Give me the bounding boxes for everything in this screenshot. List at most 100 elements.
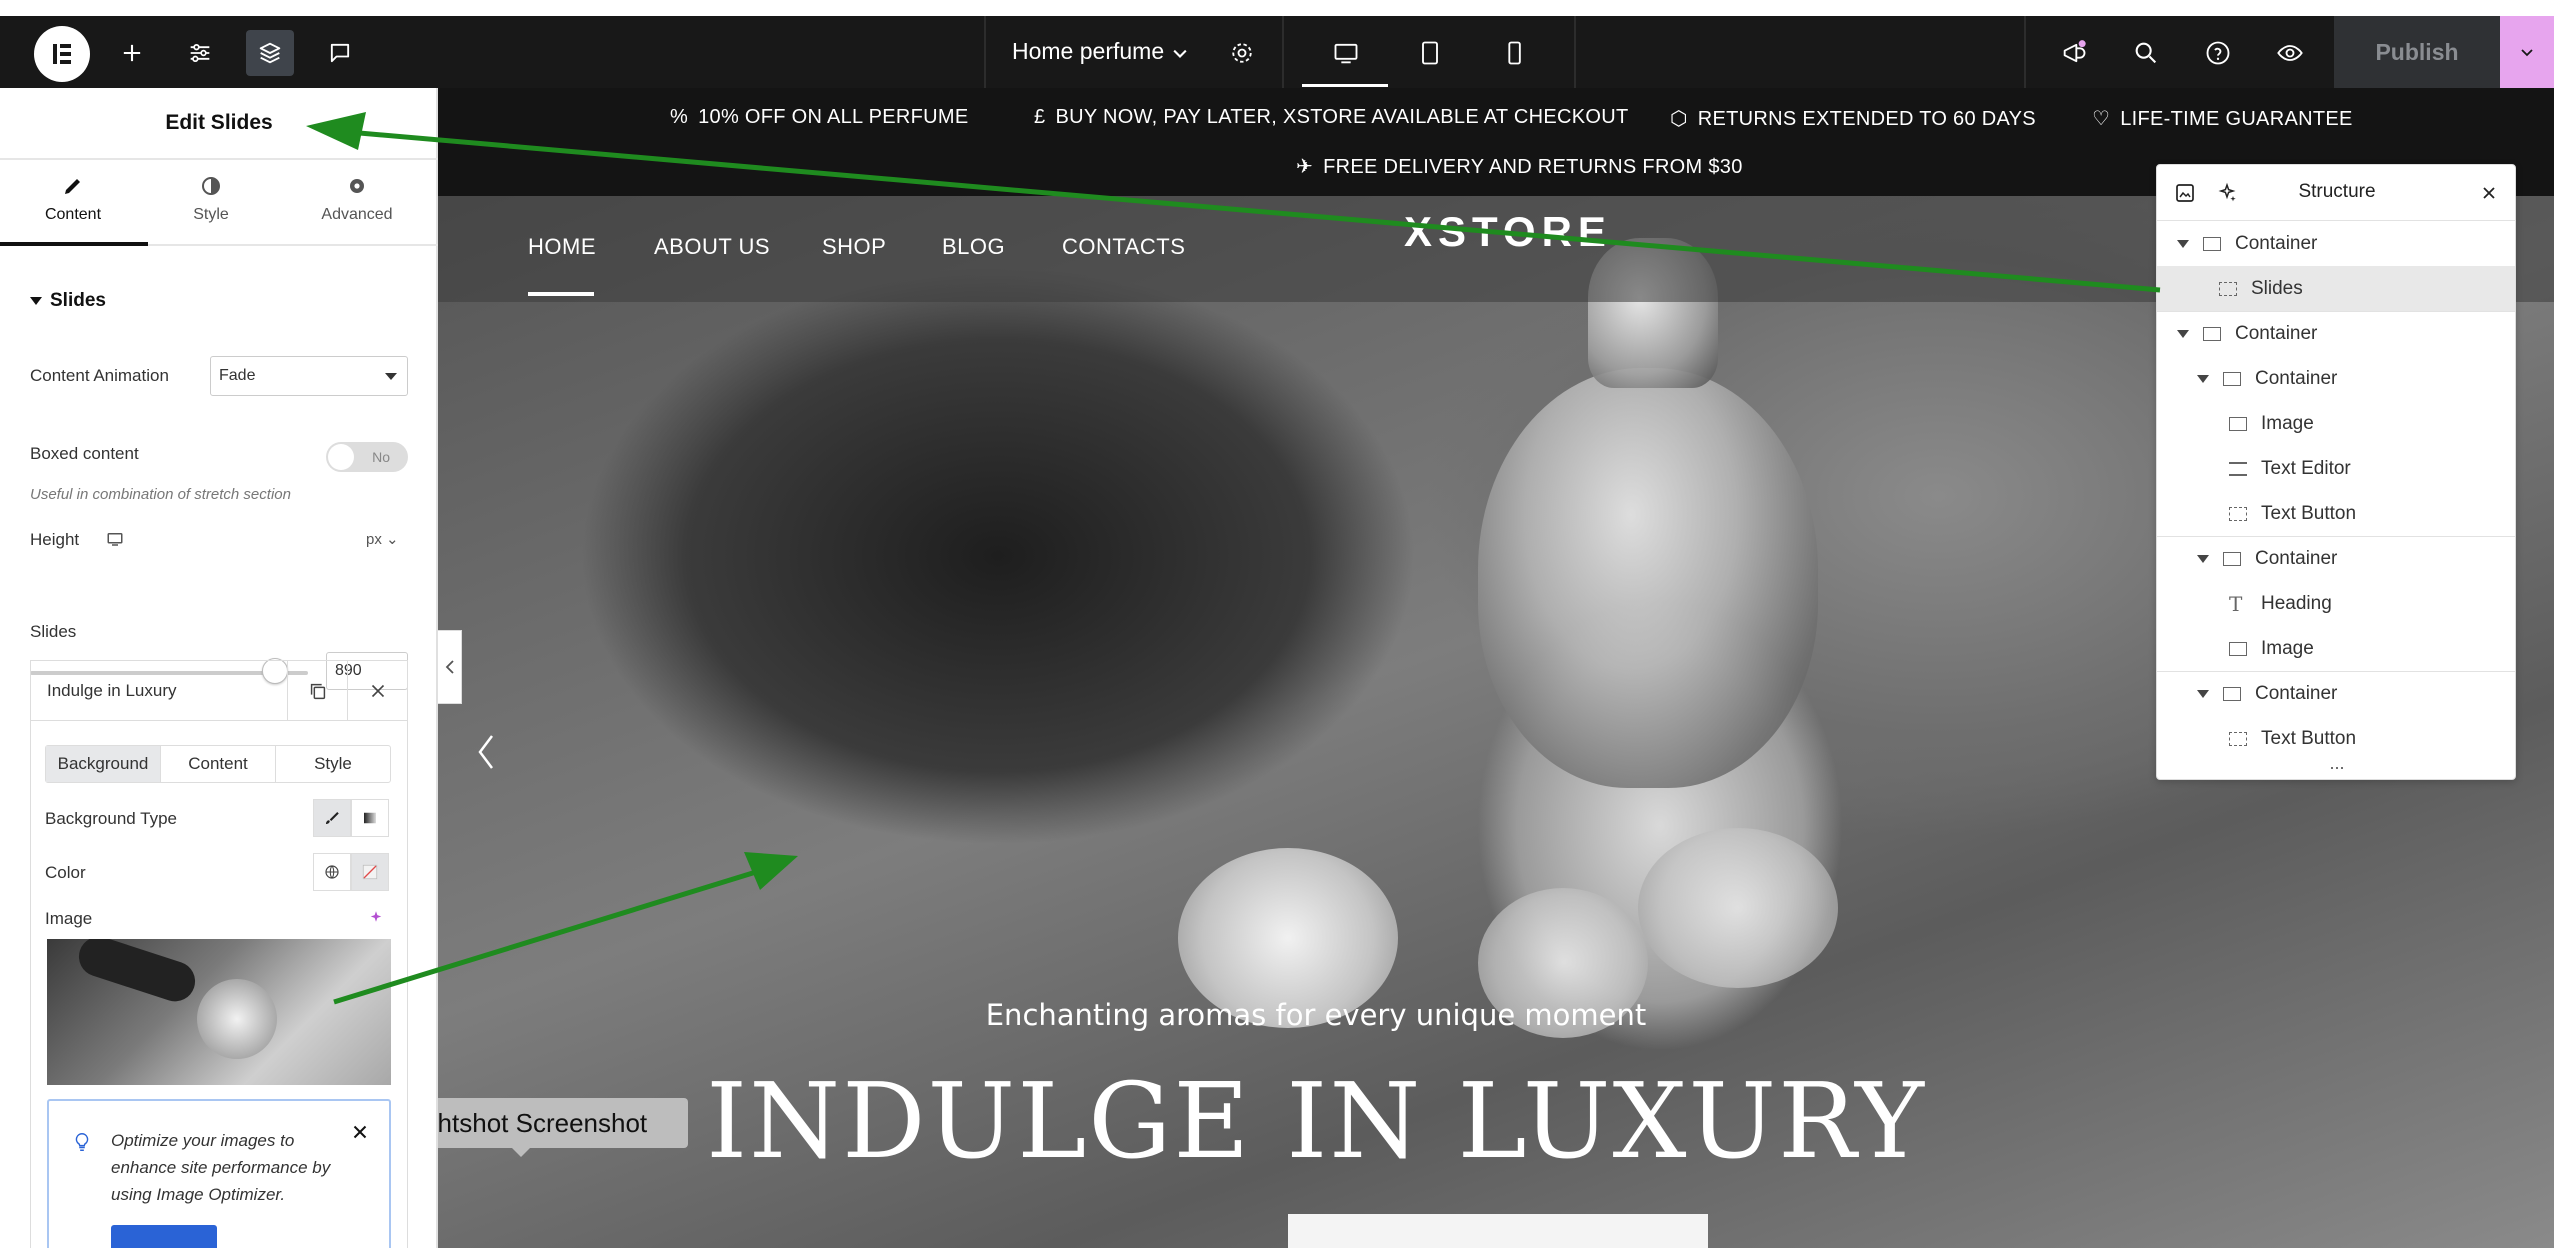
delivery-icon: ✈	[1296, 156, 1314, 178]
half-circle-icon	[202, 177, 220, 195]
duplicate-slide-button[interactable]	[287, 661, 347, 721]
structure-item-slides[interactable]: Slides	[2157, 266, 2515, 311]
collapse-panel-button[interactable]	[438, 630, 462, 704]
slide-cta-button[interactable]	[1288, 1214, 1708, 1248]
slide-item-header[interactable]: Indulge in Luxury	[31, 661, 407, 721]
button-icon	[2229, 731, 2247, 746]
slide-image-preview[interactable]	[47, 939, 391, 1085]
site-settings-button[interactable]	[176, 30, 224, 76]
slides-icon	[2219, 281, 2237, 296]
button-icon	[2229, 506, 2247, 521]
structure-item-image[interactable]: Image	[2157, 401, 2515, 446]
pound-icon: £	[1034, 106, 1046, 128]
help-button[interactable]	[2194, 30, 2242, 76]
dismiss-notice-button[interactable]	[349, 1121, 371, 1148]
caret-down-icon	[2197, 555, 2209, 563]
background-gradient-button[interactable]	[351, 799, 389, 837]
structure-button[interactable]	[246, 30, 294, 76]
chevron-down-icon	[1173, 49, 1187, 58]
promo-item: % 10% OFF ON ALL PERFUME	[670, 106, 969, 128]
inner-tab-background[interactable]: Background	[46, 746, 161, 782]
caret-down-icon	[2197, 690, 2209, 698]
container-icon	[2223, 552, 2241, 566]
structure-item-heading[interactable]: T Heading	[2157, 581, 2515, 626]
tab-style-label: Style	[193, 206, 229, 223]
section-slides-toggle[interactable]: Slides	[30, 290, 106, 312]
mobile-icon	[1508, 41, 1521, 65]
nav-about-us[interactable]: ABOUT US	[654, 234, 770, 260]
structure-item-image[interactable]: Image	[2157, 626, 2515, 671]
flower-image	[1638, 828, 1838, 988]
close-icon	[371, 684, 384, 698]
page-settings-button[interactable]	[1218, 30, 1266, 76]
publish-options-button[interactable]	[2500, 16, 2554, 88]
inner-tab-style[interactable]: Style	[276, 746, 390, 782]
tab-content[interactable]: Content	[0, 174, 146, 234]
tab-style[interactable]: Style	[138, 174, 284, 234]
desktop-view-button[interactable]	[1322, 30, 1370, 76]
toggle-text: No	[372, 449, 390, 465]
caret-down-icon	[2177, 239, 2189, 248]
close-structure-button[interactable]	[2477, 181, 2501, 205]
preview-bottle-shape	[197, 979, 277, 1059]
elementor-logo-button[interactable]	[34, 26, 90, 82]
nav-blog[interactable]: BLOG	[942, 234, 1005, 260]
mobile-view-button[interactable]	[1490, 30, 1538, 76]
slider-prev-button[interactable]	[474, 732, 498, 777]
remove-slide-button[interactable]	[347, 661, 407, 721]
tab-advanced[interactable]: Advanced	[284, 174, 430, 234]
structure-item-text-editor[interactable]: Text Editor	[2157, 446, 2515, 491]
structure-header: Structure	[2157, 165, 2515, 221]
color-label: Color	[45, 863, 86, 882]
structure-item-container[interactable]: Container	[2157, 536, 2515, 581]
boxed-content-toggle[interactable]: No	[326, 442, 408, 472]
global-color-button[interactable]	[313, 853, 351, 891]
site-logo[interactable]: XSTORE	[1404, 208, 1612, 256]
tablet-icon	[1422, 41, 1438, 65]
content-animation-label: Content Animation	[30, 366, 169, 385]
container-icon	[2203, 327, 2221, 341]
caret-down-icon	[2197, 374, 2209, 383]
lightbulb-icon	[71, 1131, 93, 1158]
structure-item-container[interactable]: Container	[2157, 671, 2515, 716]
structure-item-container[interactable]: Container	[2157, 356, 2515, 401]
tooltip-arrow	[511, 1147, 531, 1157]
install-optimizer-button[interactable]	[111, 1225, 217, 1248]
height-label: Height	[30, 530, 80, 549]
structure-item-text-button[interactable]: Text Button	[2157, 491, 2515, 536]
toggle-knob	[328, 444, 354, 470]
notes-button[interactable]	[316, 30, 364, 76]
page-dropdown-button[interactable]	[1156, 30, 1204, 76]
sliders-icon	[190, 43, 210, 63]
gear-icon	[350, 179, 364, 193]
nav-shop[interactable]: SHOP	[822, 234, 886, 260]
structure-item-container[interactable]: Container	[2157, 311, 2515, 356]
close-icon	[353, 1125, 367, 1139]
inner-tab-content[interactable]: Content	[161, 746, 276, 782]
search-button[interactable]	[2122, 30, 2170, 76]
chevron-left-icon	[478, 735, 493, 769]
active-tab-underline	[0, 242, 148, 246]
structure-item-label: Image	[2261, 412, 2314, 434]
content-animation-select[interactable]: Fade	[210, 356, 408, 396]
whats-new-button[interactable]	[2050, 30, 2098, 76]
structure-item-container[interactable]: Container	[2157, 221, 2515, 266]
ai-sparkle-icon[interactable]	[367, 909, 385, 932]
elementor-logo-icon	[49, 41, 75, 67]
add-element-button[interactable]	[108, 30, 156, 76]
background-classic-button[interactable]	[313, 799, 351, 837]
topbar-divider	[984, 16, 986, 88]
structure-resize-handle[interactable]: ...	[2157, 753, 2515, 774]
box-icon: ⬡	[1670, 108, 1688, 130]
nav-home[interactable]: HOME	[528, 234, 596, 260]
height-unit-select[interactable]: px ⌄	[366, 530, 399, 548]
preview-button[interactable]	[2266, 30, 2314, 76]
layers-icon	[259, 42, 281, 64]
color-swatch-button[interactable]	[351, 853, 389, 891]
nav-contacts[interactable]: CONTACTS	[1062, 234, 1185, 260]
background-type-label: Background Type	[45, 809, 177, 828]
page-name[interactable]: Home perfume	[1012, 38, 1164, 65]
responsive-desktop-icon[interactable]	[106, 530, 124, 553]
tablet-view-button[interactable]	[1406, 30, 1454, 76]
publish-button[interactable]: Publish	[2334, 16, 2500, 88]
